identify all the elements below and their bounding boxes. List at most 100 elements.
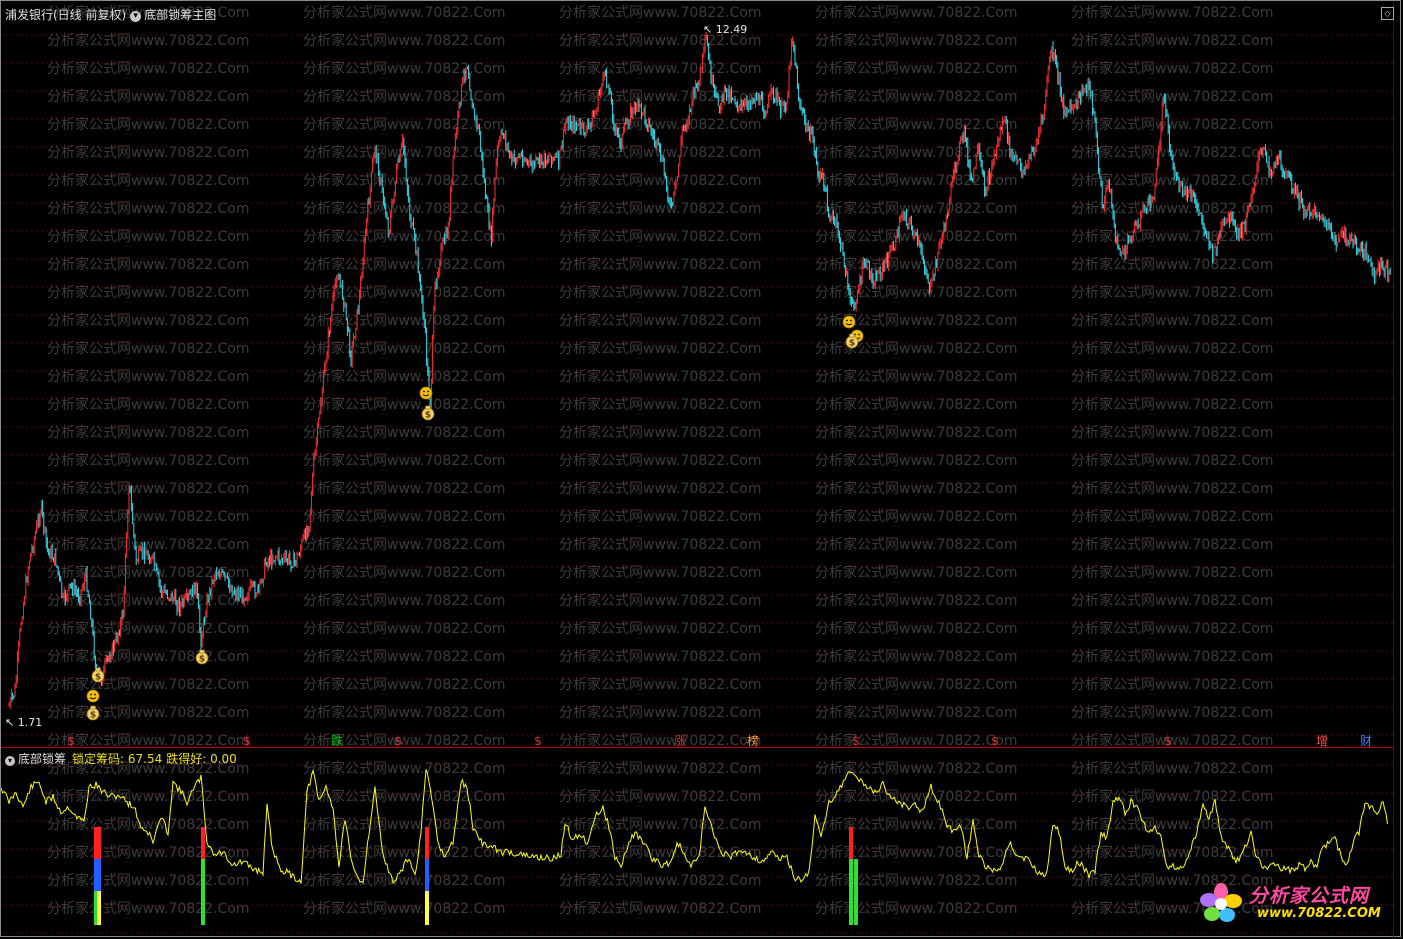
watermark-text: 分析家公式网www.70822.Com xyxy=(303,536,505,553)
watermark-text: 分析家公式网www.70822.Com xyxy=(559,4,761,21)
watermark-text: 分析家公式网www.70822.Com xyxy=(815,424,1017,441)
watermark-text: 分析家公式网www.70822.Com xyxy=(47,200,249,217)
watermark-text: 分析家公式网www.70822.Com xyxy=(559,592,761,609)
watermark-text: 分析家公式网www.70822.Com xyxy=(1071,340,1273,357)
low-price-value: 1.71 xyxy=(17,716,43,729)
money-bag-knot xyxy=(90,705,96,710)
watermark-text: 分析家公式网www.70822.Com xyxy=(47,732,249,747)
watermark-text: 分析家公式网www.70822.Com xyxy=(303,256,505,273)
watermark-text: 分析家公式网www.70822.Com xyxy=(47,676,249,693)
watermark-text: 分析家公式网www.70822.Com xyxy=(1071,816,1273,833)
watermark-text: 分析家公式网www.70822.Com xyxy=(1071,4,1273,21)
watermark-text: 分析家公式网www.70822.Com xyxy=(1071,676,1273,693)
watermark-text: 分析家公式网www.70822.Com xyxy=(303,872,505,889)
watermark-text: 分析家公式网www.70822.Com xyxy=(47,172,249,189)
watermark-text: 分析家公式网www.70822.Com xyxy=(303,620,505,637)
watermark-text: 分析家公式网www.70822.Com xyxy=(815,788,1017,805)
right-border-line xyxy=(1393,1,1394,937)
watermark-text: 分析家公式网www.70822.Com xyxy=(1071,760,1273,777)
watermark-text: 分析家公式网www.70822.Com xyxy=(1071,32,1273,49)
chevron-down-icon[interactable]: ▾ xyxy=(130,11,142,22)
watermark-text: 分析家公式网www.70822.Com xyxy=(815,676,1017,693)
money-bag-symbol: $ xyxy=(95,673,101,683)
watermark-text: 分析家公式网www.70822.Com xyxy=(559,200,761,217)
watermark-text: 分析家公式网www.70822.Com xyxy=(1071,424,1273,441)
drop-good-value: 跌得好: 0.00 xyxy=(166,752,237,766)
watermark-text: 分析家公式网www.70822.Com xyxy=(303,4,505,21)
watermark-text: 分析家公式网www.70822.Com xyxy=(559,340,761,357)
watermark-text: 分析家公式网www.70822.Com xyxy=(559,368,761,385)
watermark-text: 分析家公式网www.70822.Com xyxy=(47,284,249,301)
watermark-text: 分析家公式网www.70822.Com xyxy=(559,564,761,581)
watermark-text: 分析家公式网www.70822.Com xyxy=(559,508,761,525)
signal-bar-segment xyxy=(849,827,853,859)
watermark-text: 分析家公式网www.70822.Com xyxy=(47,396,249,413)
watermark-text: 分析家公式网www.70822.Com xyxy=(1071,844,1273,861)
watermark-text: 分析家公式网www.70822.Com xyxy=(815,816,1017,833)
flower-logo-icon xyxy=(1200,883,1242,922)
signal-bar xyxy=(201,827,205,925)
signal-mark: $ xyxy=(991,734,999,747)
signal-bar-segment xyxy=(425,859,429,891)
watermark-layer: 分析家公式网www.70822.Com 分析家公式网www.70822.Com 分析… xyxy=(47,760,1273,917)
money-bag-symbol: $ xyxy=(199,655,205,665)
watermark-text: 分析家公式网www.70822.Com xyxy=(303,508,505,525)
watermark-text: 分析家公式网www.70822.Com xyxy=(815,396,1017,413)
watermark-text: 分析家公式网www.70822.Com xyxy=(47,312,249,329)
smiley-eye xyxy=(423,390,425,393)
watermark-text: 分析家公式网www.70822.Com xyxy=(559,480,761,497)
watermark-text: 分析家公式网www.70822.Com xyxy=(815,228,1017,245)
watermark-text: 分析家公式网www.70822.Com xyxy=(559,788,761,805)
watermark-text: 分析家公式网www.70822.Com xyxy=(303,648,505,665)
money-bag-marker: $ xyxy=(91,667,105,683)
watermark-text: 分析家公式网www.70822.Com xyxy=(1071,200,1273,217)
watermark-text: 分析家公式网www.70822.Com xyxy=(815,648,1017,665)
chevron-down-icon[interactable]: ▾ xyxy=(5,756,15,766)
watermark-text: 分析家公式网www.70822.Com xyxy=(815,732,1017,747)
watermark-text: 分析家公式网www.70822.Com xyxy=(559,620,761,637)
signal-bar-segment xyxy=(425,827,429,859)
smiley-marker xyxy=(842,315,856,329)
money-bag-symbol: $ xyxy=(425,411,431,421)
signal-bar-segment xyxy=(854,859,858,925)
indicator-chart[interactable]: 分析家公式网www.70822.Com 分析家公式网www.70822.Com 分析… xyxy=(1,747,1394,937)
money-bag-symbol: $ xyxy=(849,339,855,349)
signal-bar-segment xyxy=(97,859,101,891)
watermark-text: 分析家公式网www.70822.Com xyxy=(559,424,761,441)
signal-mark: 榜 xyxy=(747,733,759,747)
signal-bar xyxy=(849,827,853,925)
watermark-text: 分析家公式网www.70822.Com xyxy=(1071,480,1273,497)
stock-title: 浦发银行(日线 前复权) xyxy=(5,8,127,22)
watermark-text: 分析家公式网www.70822.Com xyxy=(303,200,505,217)
signal-bar-segment xyxy=(97,827,101,859)
window-control-icon[interactable]: ◇ xyxy=(1381,7,1394,20)
chart-window: 分析家公式网www.70822.Com 分析家公式网www.70822.Com 分析… xyxy=(0,0,1401,937)
watermark-text: 分析家公式网www.70822.Com xyxy=(47,844,249,861)
watermark-text: 分析家公式网www.70822.Com xyxy=(1071,620,1273,637)
watermark-text: 分析家公式网www.70822.Com xyxy=(559,256,761,273)
price-chart[interactable]: 分析家公式网www.70822.Com 分析家公式网www.70822.Com 分析… xyxy=(1,1,1394,747)
indicator-title: 底部锁筹主图 xyxy=(144,8,217,22)
watermark-text: 分析家公式网www.70822.Com xyxy=(559,452,761,469)
watermark-layer: 分析家公式网www.70822.Com 分析家公式网www.70822.Com 分析… xyxy=(47,4,1273,747)
watermark-text: 分析家公式网www.70822.Com xyxy=(1071,256,1273,273)
smiley-marker xyxy=(419,386,433,400)
watermark-text: 分析家公式网www.70822.Com xyxy=(303,760,505,777)
watermark-text: 分析家公式网www.70822.Com xyxy=(47,144,249,161)
signal-mark: $ xyxy=(1164,734,1172,747)
low-price-label: ↖ 1.71 xyxy=(5,716,43,729)
watermark-text: 分析家公式网www.70822.Com xyxy=(1071,396,1273,413)
watermark-text: 分析家公式网www.70822.Com xyxy=(303,312,505,329)
money-bag-knot xyxy=(95,667,101,672)
watermark-text: 分析家公式网www.70822.Com xyxy=(1071,508,1273,525)
smiley-eye xyxy=(427,390,429,393)
watermark-text: 分析家公式网www.70822.Com xyxy=(47,32,249,49)
watermark-text: 分析家公式网www.70822.Com xyxy=(815,116,1017,133)
watermark-text: 分析家公式网www.70822.Com xyxy=(559,704,761,721)
panel-divider[interactable] xyxy=(1,747,1394,748)
watermark-text: 分析家公式网www.70822.Com xyxy=(815,284,1017,301)
watermark-text: 分析家公式网www.70822.Com xyxy=(559,228,761,245)
watermark-text: 分析家公式网www.70822.Com xyxy=(1071,536,1273,553)
watermark-text: 分析家公式网www.70822.Com xyxy=(815,60,1017,77)
watermark-text: 分析家公式网www.70822.Com xyxy=(47,648,249,665)
